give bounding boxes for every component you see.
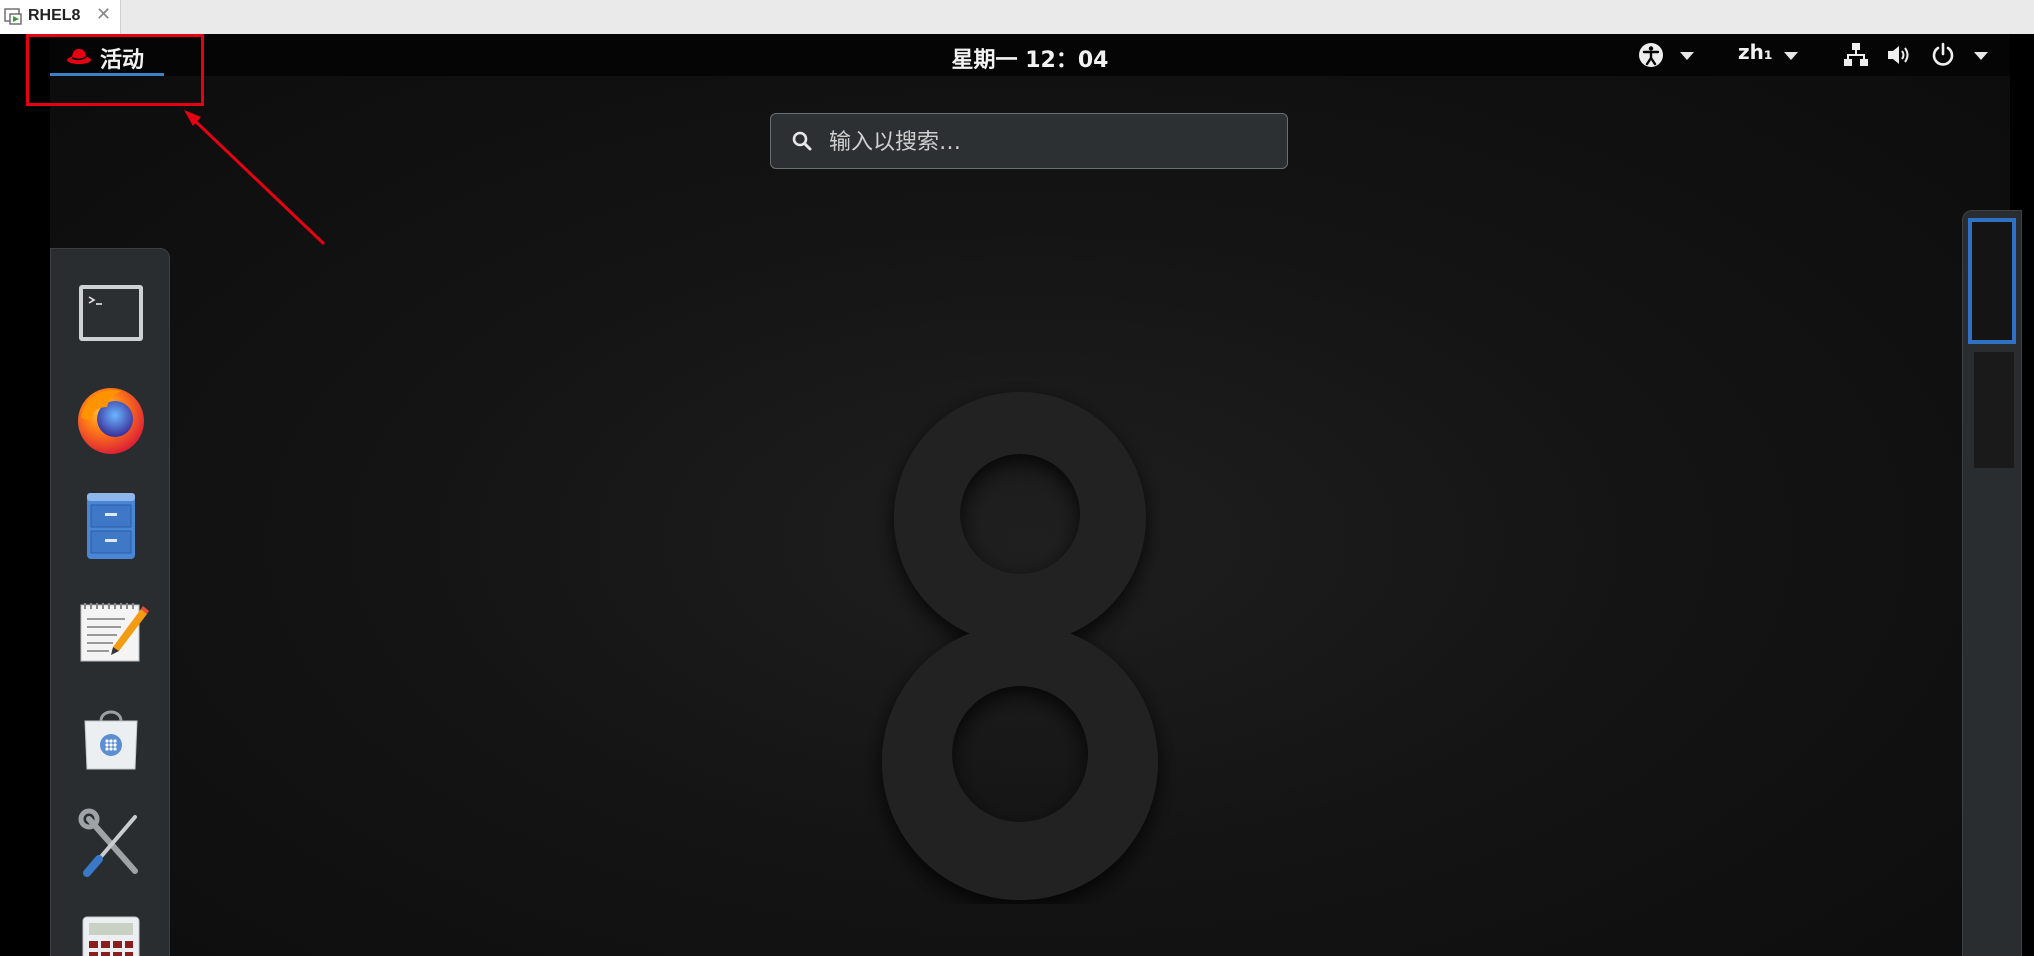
guest-screen: 活动 星期一 12：04 zh₁ [0,34,2034,956]
files-icon [87,493,135,559]
network-wired-icon [1844,43,1868,66]
workspace-thumbnail[interactable] [1974,352,2014,468]
software-icon [84,710,138,770]
search-input[interactable] [827,124,1271,160]
utilities-icon [78,808,138,877]
dash-item-software[interactable] [69,695,153,779]
vm-tab-bar: RHEL8 ✕ [0,0,2034,35]
chevron-down-icon [1680,52,1694,60]
dash-item-calculator[interactable] [69,907,153,956]
search-icon [792,131,812,151]
input-method-label: zh₁ [1738,40,1773,64]
calculator-icon [82,916,140,956]
search-box[interactable] [770,113,1288,169]
text-editor-icon [80,603,149,662]
vm-icon [4,8,22,25]
dash-item-firefox[interactable] [69,377,153,461]
annotation-arrow [184,110,326,246]
workspace-thumbnail-active[interactable] [1968,218,2016,344]
chevron-down-icon [1974,52,1988,60]
close-icon[interactable]: ✕ [96,4,111,25]
wallpaper-logo [881,392,1158,900]
dash-item-files[interactable] [69,483,153,567]
accessibility-icon [1639,43,1663,67]
volume-icon [1888,46,1909,64]
dash-item-utilities[interactable] [69,801,153,885]
dash [50,248,170,956]
power-icon [1932,42,1954,66]
vm-tab-rhel8[interactable]: RHEL8 ✕ [0,0,121,34]
chevron-down-icon [1784,52,1798,60]
vm-tab-title: RHEL8 [28,7,81,24]
firefox-icon [78,388,144,454]
dash-item-text-editor[interactable] [69,589,153,673]
system-menu[interactable] [1844,40,1994,70]
